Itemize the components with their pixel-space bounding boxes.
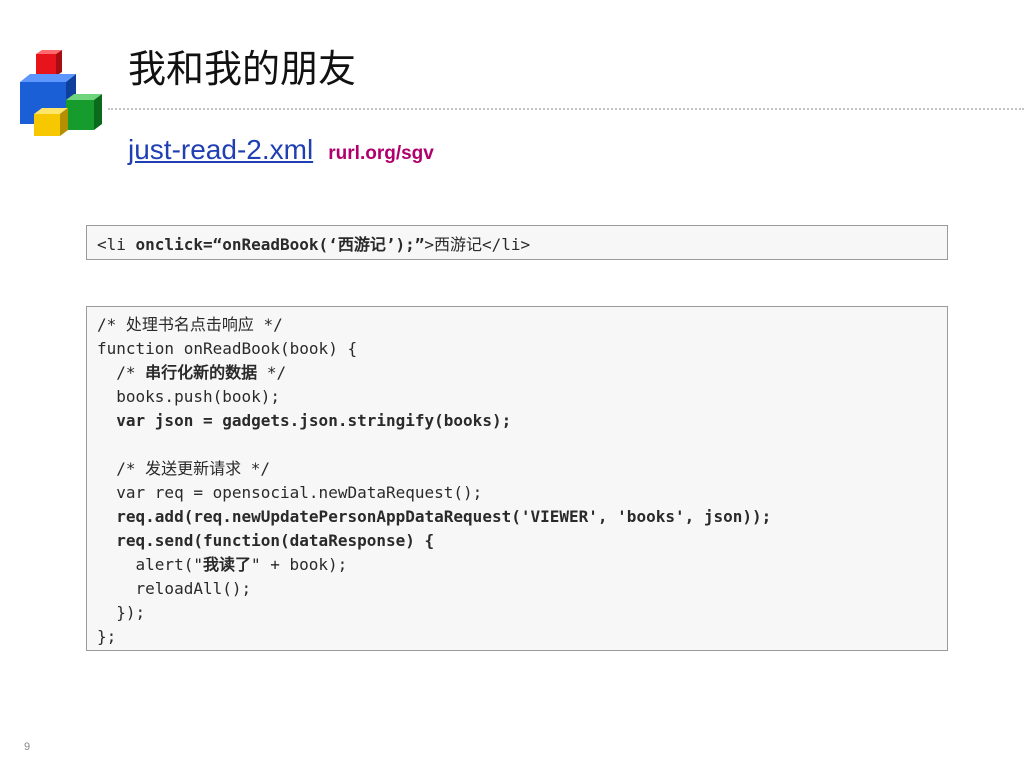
code-segment: books.push(book);	[97, 387, 281, 406]
code-line: /* 发送更新请求 */	[97, 457, 947, 481]
code-line: alert("我读了" + book);	[97, 553, 947, 577]
code-line: req.send(function(dataResponse) {	[97, 529, 947, 553]
stacked-cubes-icon	[20, 50, 102, 136]
code-line: var json = gadgets.json.stringify(books)…	[97, 409, 947, 433]
code-line: function onReadBook(book) {	[97, 337, 947, 361]
code-segment: " + book);	[250, 555, 348, 574]
code-segment: onclick=“onReadBook(‘西游记’);”	[135, 235, 425, 254]
code-snippet-html: <li onclick=“onReadBook(‘西游记’);”>西游记</li…	[86, 225, 948, 260]
code-segment: */	[257, 363, 287, 382]
code-segment: /* 处理书名点击响应 */	[97, 315, 283, 334]
code-segment: /*	[97, 363, 146, 382]
code-segment: };	[97, 627, 117, 646]
code-block-onclick: <li onclick=“onReadBook(‘西游记’);”>西游记</li…	[97, 233, 947, 257]
code-segment: var json = gadgets.json.stringify(books)…	[97, 411, 512, 430]
short-url-text: rurl.org/sgv	[328, 143, 434, 164]
title-divider	[108, 108, 1024, 110]
code-line: /* 串行化新的数据 */	[97, 361, 947, 385]
link-line: just-read-2.xml rurl.org/sgv	[128, 134, 434, 166]
gadget-xml-link[interactable]: just-read-2.xml	[128, 134, 313, 165]
code-line: };	[97, 625, 947, 649]
page-number: 9	[24, 741, 31, 753]
code-block-onreadbook: /* 处理书名点击响应 */ function onReadBook(book) …	[97, 313, 947, 649]
slide-title: 我和我的朋友	[128, 47, 357, 91]
code-line: });	[97, 601, 947, 625]
code-segment: alert("	[97, 555, 203, 574]
code-segment: });	[97, 603, 146, 622]
code-line: <li onclick=“onReadBook(‘西游记’);”>西游记</li…	[97, 233, 947, 257]
code-segment: req.send(function(dataResponse) {	[97, 531, 435, 550]
code-line: reloadAll();	[97, 577, 947, 601]
code-segment: var req = opensocial.newDataRequest();	[97, 483, 483, 502]
code-segment: 我读了	[202, 555, 251, 574]
code-line: req.add(req.newUpdatePersonAppDataReques…	[97, 505, 947, 529]
code-segment: <li	[97, 235, 136, 254]
code-segment: req.add(req.newUpdatePersonAppDataReques…	[97, 507, 772, 526]
code-segment: >西游记</li>	[424, 235, 531, 254]
code-line: var req = opensocial.newDataRequest();	[97, 481, 947, 505]
code-snippet-js: /* 处理书名点击响应 */ function onReadBook(book) …	[86, 306, 948, 651]
code-segment: function onReadBook(book) {	[97, 339, 358, 358]
code-segment: reloadAll();	[97, 579, 252, 598]
code-line: /* 处理书名点击响应 */	[97, 313, 947, 337]
code-segment: /* 发送更新请求 */	[97, 459, 271, 478]
code-segment: 串行化新的数据	[145, 363, 258, 382]
code-line: books.push(book);	[97, 385, 947, 409]
